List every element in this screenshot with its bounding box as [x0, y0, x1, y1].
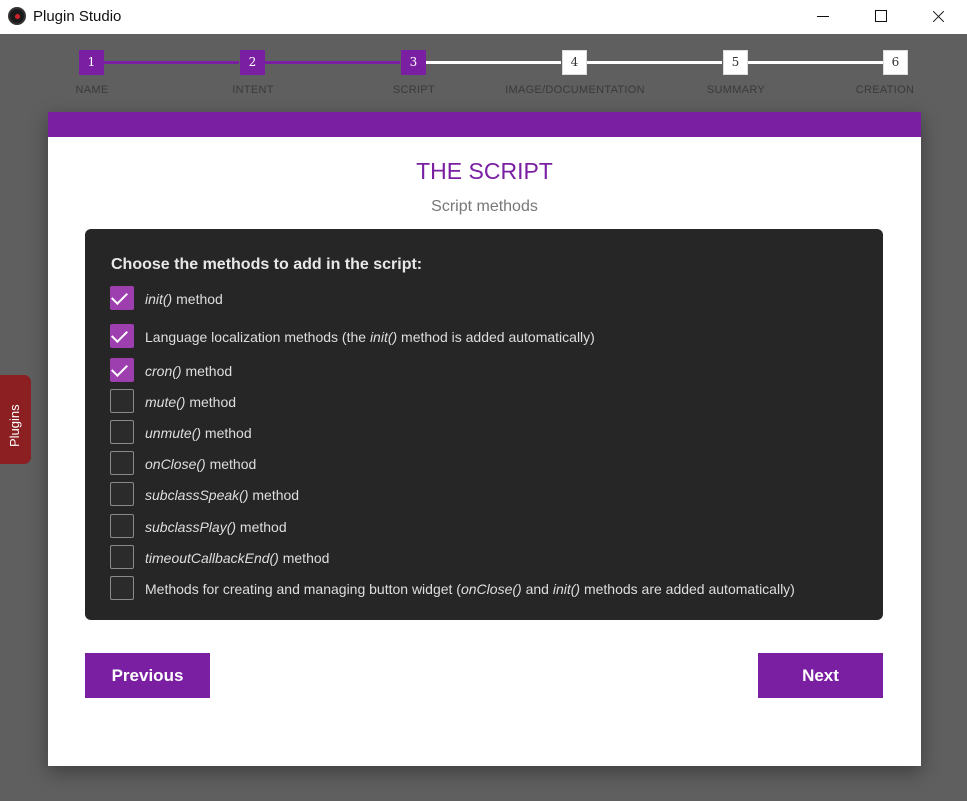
- method-option-label: onClose() method: [145, 456, 257, 472]
- checkmark-icon: [111, 326, 128, 343]
- next-button[interactable]: Next: [758, 653, 883, 698]
- checkbox-checked[interactable]: [110, 324, 134, 348]
- checkbox-unchecked[interactable]: [110, 545, 134, 569]
- previous-button[interactable]: Previous: [85, 653, 210, 698]
- checkbox-checked[interactable]: [110, 286, 134, 310]
- minimize-button[interactable]: [800, 0, 846, 34]
- page-subtitle: Script methods: [431, 198, 538, 215]
- method-option-label: Methods for creating and managing button…: [145, 581, 795, 597]
- step-connector: [587, 61, 722, 64]
- step-2-label: INTENT: [232, 84, 274, 96]
- checkmark-icon: [111, 288, 128, 305]
- step-1-indicator[interactable]: 1: [79, 50, 104, 75]
- checkbox-unchecked[interactable]: [110, 389, 134, 413]
- checkbox-unchecked[interactable]: [110, 576, 134, 600]
- plugins-tab-label: Plugins: [7, 404, 22, 447]
- method-option-label: timeoutCallbackEnd() method: [145, 550, 330, 566]
- step-3-indicator[interactable]: 3: [401, 50, 426, 75]
- close-button[interactable]: [915, 0, 961, 34]
- step-2-indicator[interactable]: 2: [240, 50, 265, 75]
- step-connector: [104, 61, 239, 64]
- method-option-label: Language localization methods (the init(…: [145, 329, 595, 345]
- methods-panel: Choose the methods to add in the script:…: [85, 229, 883, 620]
- title-bar: Plugin Studio: [0, 0, 967, 34]
- checkbox-unchecked[interactable]: [110, 420, 134, 444]
- checkbox-unchecked[interactable]: [110, 451, 134, 475]
- plugins-side-tab[interactable]: Plugins: [0, 375, 31, 464]
- method-option-label: subclassPlay() method: [145, 519, 287, 535]
- maximize-button[interactable]: [857, 0, 903, 34]
- step-connector: [426, 61, 561, 64]
- wizard-card: THE SCRIPT Script methods Choose the met…: [48, 112, 921, 766]
- methods-heading: Choose the methods to add in the script:: [111, 256, 423, 273]
- step-connector: [748, 61, 883, 64]
- method-option-label: cron() method: [145, 363, 233, 379]
- checkmark-icon: [111, 360, 128, 377]
- step-4-label: IMAGE/DOCUMENTATION: [505, 84, 645, 96]
- step-5-label: SUMMARY: [706, 84, 766, 96]
- method-option-label: unmute() method: [145, 425, 252, 441]
- step-5-indicator[interactable]: 5: [723, 50, 748, 75]
- method-option-label: init() method: [145, 291, 223, 307]
- method-option-label: mute() method: [145, 394, 237, 410]
- step-connector: [265, 61, 400, 64]
- step-6-label: CREATION: [855, 84, 915, 96]
- card-header-bar: [48, 112, 921, 137]
- checkbox-unchecked[interactable]: [110, 514, 134, 538]
- checkbox-unchecked[interactable]: [110, 482, 134, 506]
- checkbox-checked[interactable]: [110, 358, 134, 382]
- step-6-indicator[interactable]: 6: [883, 50, 908, 75]
- step-3-label: SCRIPT: [392, 84, 436, 96]
- method-option-label: subclassSpeak() method: [145, 487, 300, 503]
- step-4-indicator[interactable]: 4: [562, 50, 587, 75]
- app-logo-icon: [8, 7, 26, 25]
- page-title: THE SCRIPT: [416, 158, 553, 184]
- step-1-label: NAME: [75, 84, 109, 96]
- window-title: Plugin Studio: [33, 8, 122, 25]
